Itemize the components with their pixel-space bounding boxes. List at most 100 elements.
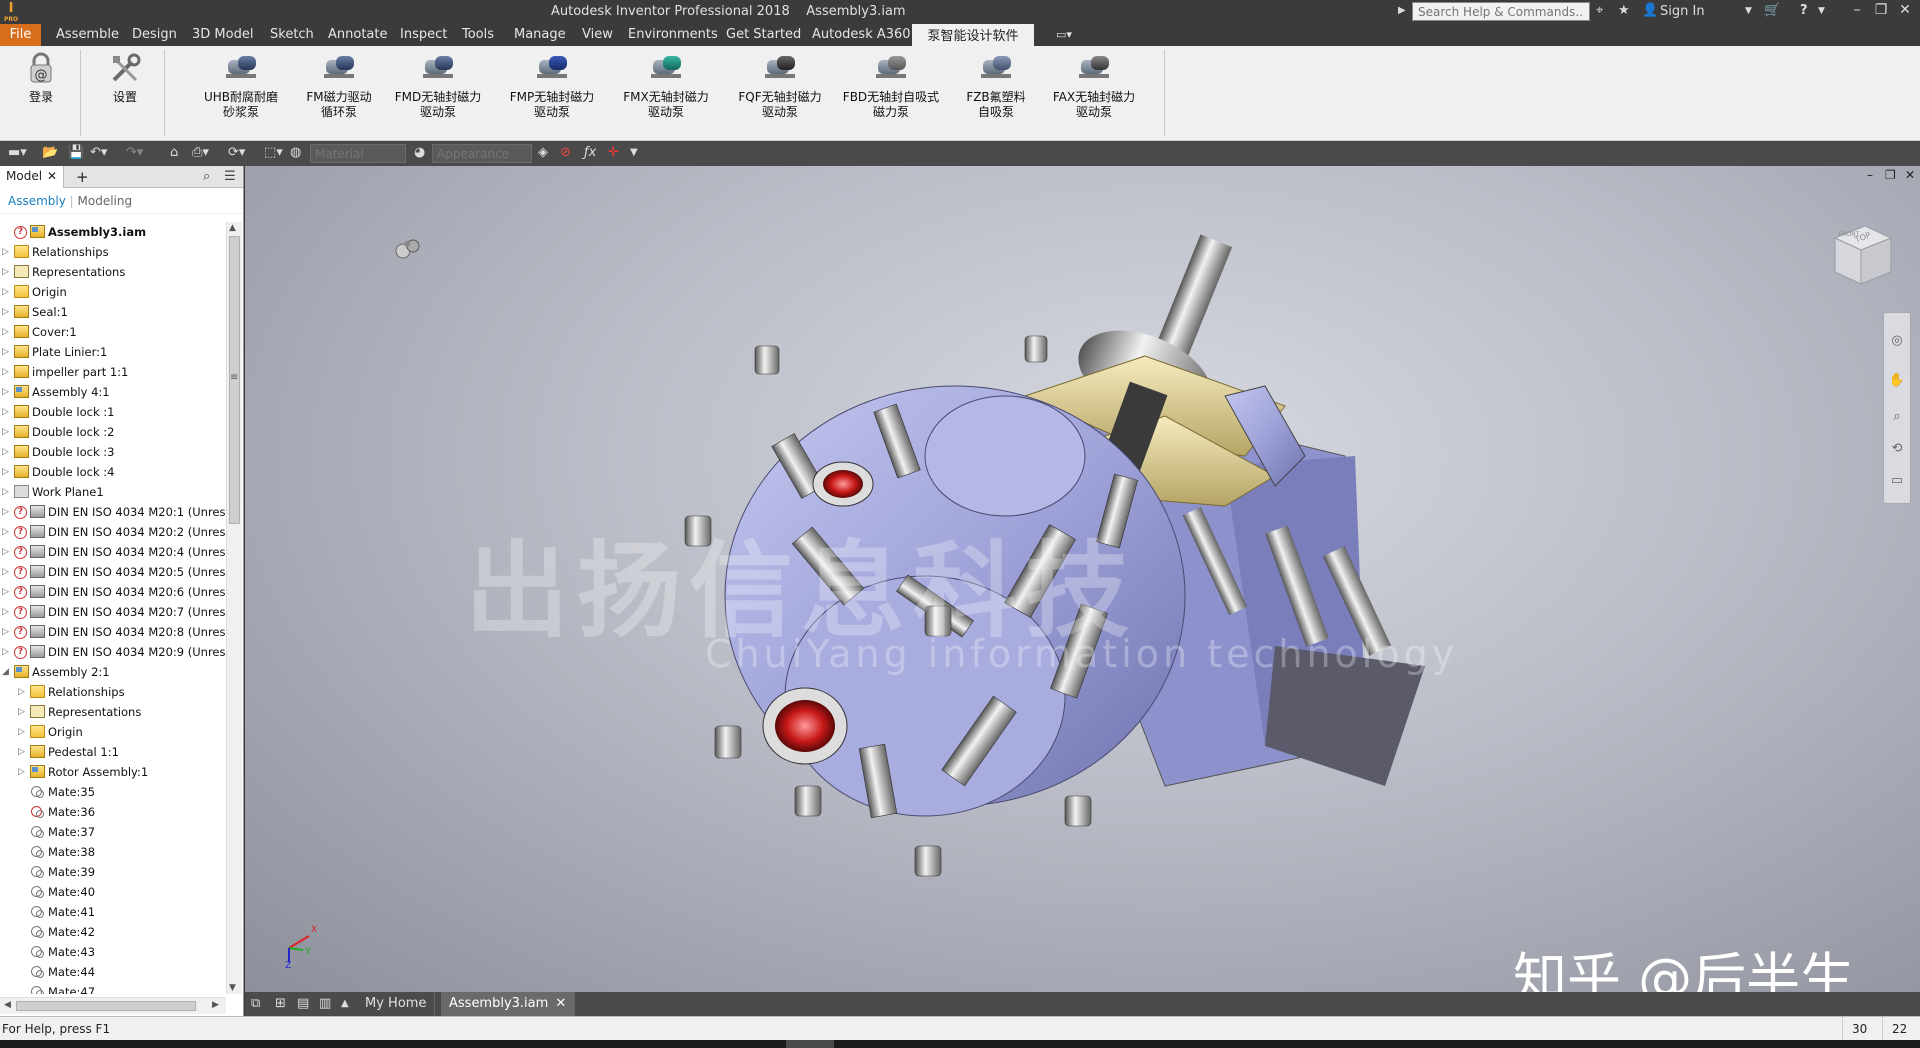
cart-icon[interactable]: 🛒 xyxy=(1764,3,1780,18)
expand-arrow-icon[interactable]: ▷ xyxy=(2,402,12,422)
graphics-viewport[interactable]: – ❐ ✕ 出扬信息科技 ChuiYang information techno… xyxy=(245,166,1920,992)
scroll-down-icon[interactable]: ▼ xyxy=(229,983,236,993)
satellite-icon[interactable]: ⌖ xyxy=(1596,3,1603,18)
tile-vertical-icon[interactable]: ▥ xyxy=(319,996,331,1011)
tab-autodesk-a360[interactable]: Autodesk A360 xyxy=(812,24,911,46)
expand-arrow-icon[interactable]: ▷ xyxy=(2,362,12,382)
tree-node[interactable]: Mate:41 xyxy=(0,902,226,922)
add-browser-tab-icon[interactable]: + xyxy=(76,168,89,186)
tree-node[interactable]: ▷ Plate Linier:1 xyxy=(0,342,226,362)
expand-arrow-icon[interactable]: ▷ xyxy=(2,542,12,562)
expand-arrow-icon[interactable]: ▷ xyxy=(2,322,12,342)
tree-node[interactable]: ? Assembly3.iam xyxy=(0,222,226,242)
help-dropdown-icon[interactable]: ▼ xyxy=(1818,6,1825,16)
tree-node[interactable]: ▷ Cover:1 xyxy=(0,322,226,342)
select-icon[interactable]: ⬚▾ xyxy=(264,145,283,160)
menu-icon[interactable]: ☰ xyxy=(224,169,236,184)
pump-fbd-button[interactable]: FBD无轴封自吸式 磁力泵 xyxy=(840,52,942,120)
maximize-button[interactable]: ❐ xyxy=(1870,2,1892,18)
redo-icon[interactable]: ↷▾ xyxy=(126,145,143,160)
tree-node[interactable]: Mate:39 xyxy=(0,862,226,882)
mode-assembly[interactable]: Assembly xyxy=(8,194,66,208)
tab-tools[interactable]: Tools xyxy=(462,24,494,46)
document-list-icon[interactable]: ▲ xyxy=(341,998,349,1009)
tile-horizontal-icon[interactable]: ▤ xyxy=(297,996,309,1011)
expand-arrow-icon[interactable]: ▷ xyxy=(2,382,12,402)
search-expand-icon[interactable]: ▶ xyxy=(1398,5,1406,16)
tree-node[interactable]: ▷? DIN EN ISO 4034 M20:6 (Unresolved) xyxy=(0,582,226,602)
pump-fmp-button[interactable]: FMP无轴封磁力 驱动泵 xyxy=(506,52,598,120)
expand-arrow-icon[interactable]: ▷ xyxy=(2,642,12,662)
tree-node[interactable]: ▷ Relationships xyxy=(0,242,226,262)
expand-arrow-icon[interactable]: ▷ xyxy=(2,622,12,642)
steering-wheel-icon[interactable]: ◎ xyxy=(1888,333,1906,351)
print-icon[interactable]: ⎙▾ xyxy=(192,145,209,160)
close-icon[interactable]: ✕ xyxy=(555,992,566,1016)
tab-pump-design[interactable]: 泵智能设计软件 xyxy=(912,24,1034,46)
zoom-icon[interactable]: ⌕ xyxy=(1888,409,1906,427)
tree-node[interactable]: ▷? DIN EN ISO 4034 M20:5 (Unresolved) xyxy=(0,562,226,582)
tree-node[interactable]: ▷? DIN EN ISO 4034 M20:4 (Unresolved) xyxy=(0,542,226,562)
pump-fzb-button[interactable]: FZB氟塑料 自吸泵 xyxy=(958,52,1034,120)
expand-arrow-icon[interactable]: ▷ xyxy=(2,462,12,482)
favorites-star-icon[interactable]: ★ xyxy=(1618,3,1630,18)
tree-node[interactable]: ▷ Assembly 4:1 xyxy=(0,382,226,402)
help-search-input[interactable] xyxy=(1412,2,1590,21)
expand-arrow-icon[interactable]: ▷ xyxy=(2,582,12,602)
tree-node[interactable]: Mate:35 xyxy=(0,782,226,802)
tree-node[interactable]: ▷? DIN EN ISO 4034 M20:1 (Unresolved) xyxy=(0,502,226,522)
expand-arrow-icon[interactable]: ▷ xyxy=(2,602,12,622)
open-folder-icon[interactable]: 📂 xyxy=(42,145,58,160)
scroll-left-icon[interactable]: ◀ xyxy=(4,1000,11,1010)
tab-model[interactable]: Model ✕ xyxy=(0,166,64,188)
view-cube[interactable]: TOP FRONT xyxy=(1825,218,1897,290)
tab-view[interactable]: View xyxy=(582,24,613,46)
pump-fqf-button[interactable]: FQF无轴封磁力 驱动泵 xyxy=(734,52,826,120)
tree-node[interactable]: ▷ Pedestal 1:1 xyxy=(0,742,226,762)
tree-node[interactable]: Mate:37 xyxy=(0,822,226,842)
adjust-appearance-icon[interactable]: ◈ xyxy=(538,145,548,160)
sign-in-button[interactable]: Sign In xyxy=(1660,4,1705,19)
tree-node[interactable]: ▷ Origin xyxy=(0,282,226,302)
tree-node[interactable]: Mate:44 xyxy=(0,962,226,982)
tree-node[interactable]: ▷? DIN EN ISO 4034 M20:2 (Unresolved) xyxy=(0,522,226,542)
parameters-fx-icon[interactable]: ƒx xyxy=(584,145,596,160)
tree-node[interactable]: Mate:42 xyxy=(0,922,226,942)
inventor-logo[interactable]: I PRO xyxy=(2,1,20,23)
expand-arrow-icon[interactable]: ▷ xyxy=(2,262,12,282)
expand-arrow-icon[interactable]: ▷ xyxy=(2,242,12,262)
undo-icon[interactable]: ↶▾ xyxy=(90,145,107,160)
tab-assemble[interactable]: Assemble xyxy=(56,24,119,46)
expand-arrow-icon[interactable]: ▷ xyxy=(18,762,28,782)
close-icon[interactable]: ✕ xyxy=(47,169,57,183)
scroll-thumb[interactable] xyxy=(16,1001,196,1011)
pan-hand-icon[interactable]: ✋ xyxy=(1888,373,1906,391)
expand-arrow-icon[interactable]: ▷ xyxy=(2,282,12,302)
new-file-icon[interactable]: ▬▾ xyxy=(8,145,27,160)
tab-get-started[interactable]: Get Started xyxy=(726,24,801,46)
tree-node[interactable]: Mate:43 xyxy=(0,942,226,962)
help-icon[interactable]: ? xyxy=(1800,3,1808,18)
save-icon[interactable]: 💾 xyxy=(68,145,84,160)
tree-node[interactable]: ▷ Relationships xyxy=(0,682,226,702)
viewport-restore-icon[interactable]: ❐ xyxy=(1885,168,1896,182)
tree-node[interactable]: ▷ Representations xyxy=(0,262,226,282)
material-select[interactable] xyxy=(310,144,406,163)
tab-design[interactable]: Design xyxy=(132,24,177,46)
home-icon[interactable]: ⌂ xyxy=(170,145,178,160)
expand-arrow-icon[interactable]: ◢ xyxy=(2,662,12,682)
tree-node[interactable]: ▷ Double lock :1 xyxy=(0,402,226,422)
tree-node[interactable]: ▷ Representations xyxy=(0,702,226,722)
viewport-minimize-icon[interactable]: – xyxy=(1867,168,1873,182)
tab-assembly3[interactable]: Assembly3.iam ✕ xyxy=(441,992,576,1016)
tree-node[interactable]: Mate:47 xyxy=(0,982,226,994)
update-icon[interactable]: ⟳▾ xyxy=(228,145,245,160)
expand-arrow-icon[interactable]: ▷ xyxy=(2,302,12,322)
expand-arrow-icon[interactable]: ▷ xyxy=(18,702,28,722)
tab-annotate[interactable]: Annotate xyxy=(328,24,387,46)
scroll-up-icon[interactable]: ▲ xyxy=(229,223,236,233)
expand-arrow-icon[interactable]: ▷ xyxy=(2,522,12,542)
tree-node[interactable]: Mate:40 xyxy=(0,882,226,902)
login-button[interactable]: @ 登录 xyxy=(20,52,62,105)
expand-arrow-icon[interactable]: ▷ xyxy=(2,502,12,522)
